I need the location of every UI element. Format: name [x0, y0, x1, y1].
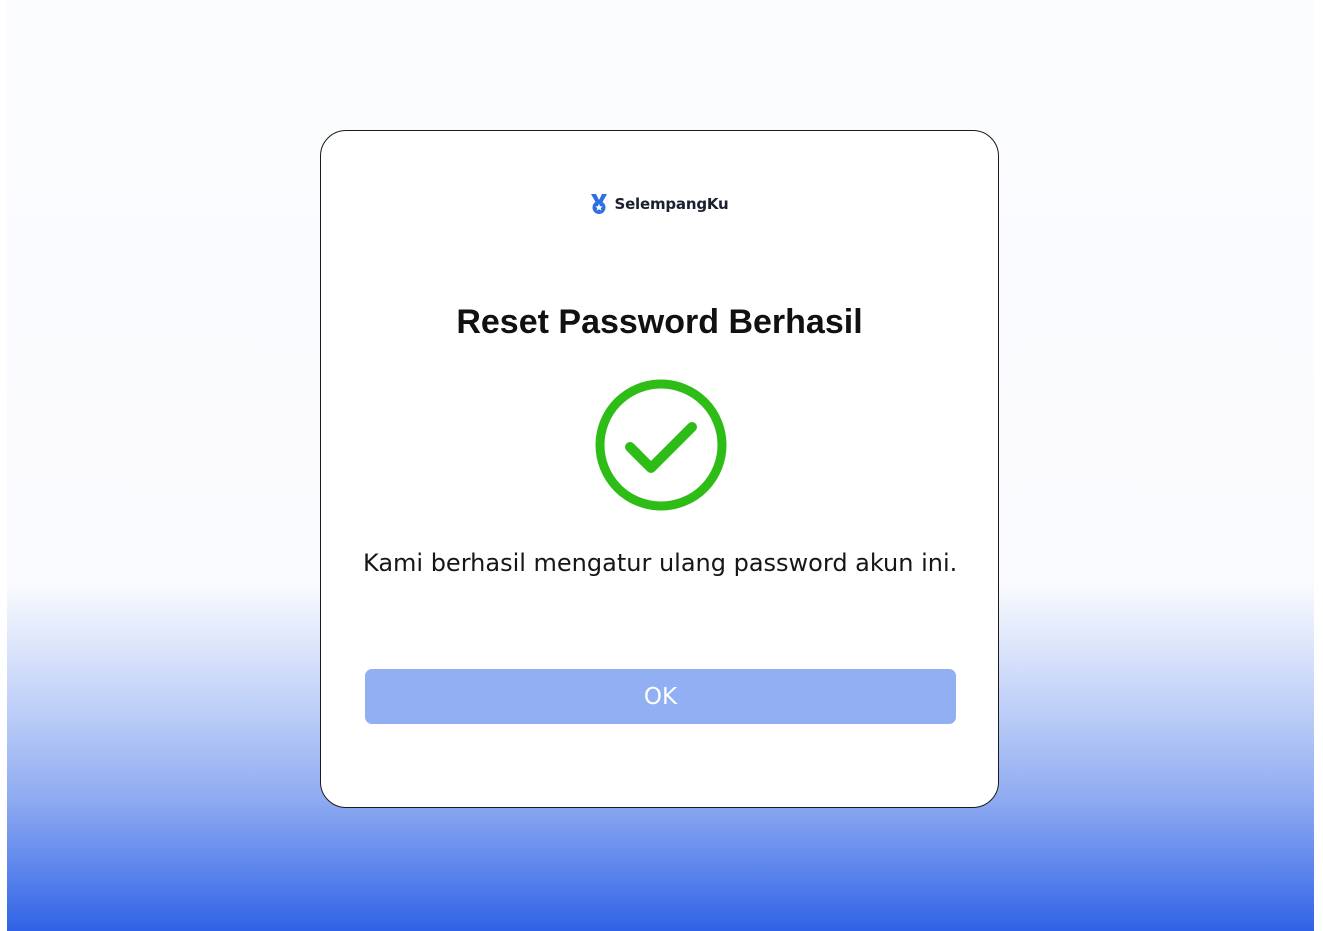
ok-button[interactable]: OK	[365, 669, 956, 724]
success-dialog: SelempangKu Reset Password Berhasil Kami…	[320, 130, 999, 808]
medal-ribbon-icon	[590, 193, 608, 215]
check-circle-icon	[593, 377, 729, 513]
brand-name: SelempangKu	[614, 195, 729, 213]
dialog-message: Kami berhasil mengatur ulang password ak…	[363, 549, 958, 577]
brand-logo: SelempangKu	[321, 193, 998, 215]
dialog-title: Reset Password Berhasil	[456, 303, 863, 341]
page: SelempangKu Reset Password Berhasil Kami…	[0, 0, 1323, 931]
